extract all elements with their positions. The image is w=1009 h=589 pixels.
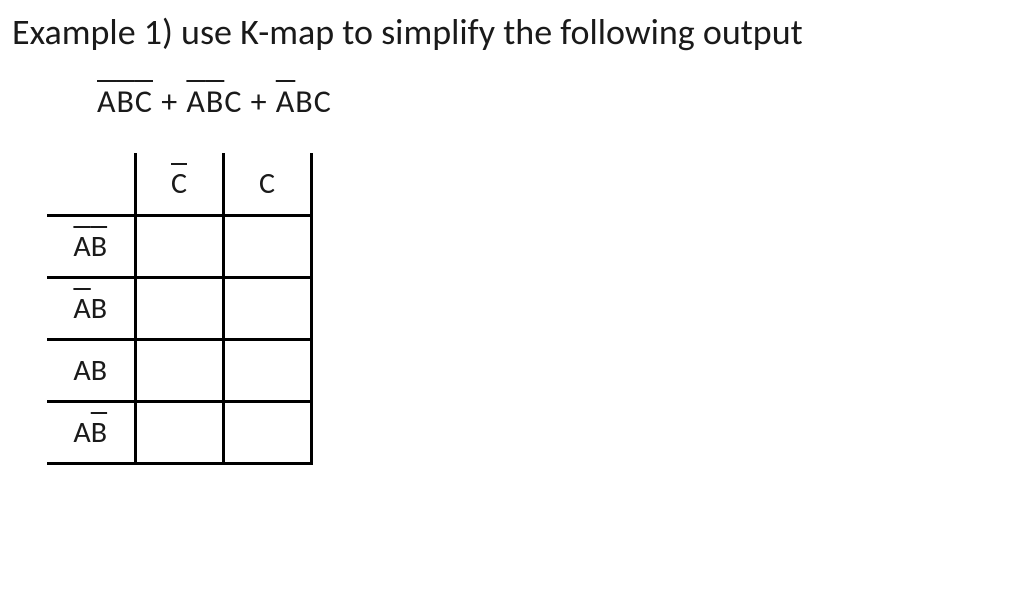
kmap-cell-r1c1 xyxy=(223,277,311,339)
kmap-cell-r2c0 xyxy=(135,339,223,401)
kmap-cell-r0c1 xyxy=(223,215,311,277)
kmap-col-c: C xyxy=(223,153,311,215)
kmap-cell-r3c0 xyxy=(135,401,223,463)
term2-c: C xyxy=(224,82,242,121)
kmap-cell-r3c1 xyxy=(223,401,311,463)
kmap-table: C C AB AB AB AB xyxy=(47,153,313,465)
kmap-cell-r2c1 xyxy=(223,339,311,401)
boolean-expression: ABC + ABC + ABC xyxy=(97,82,997,121)
term1-a: A xyxy=(97,82,117,121)
term1-c: C xyxy=(135,82,153,121)
term2-a: A xyxy=(186,82,206,121)
kmap-col-cbar: C xyxy=(135,153,223,215)
term3-c: C xyxy=(314,82,332,121)
plus-2: + xyxy=(242,82,275,121)
kmap-row1-label: AB xyxy=(47,277,135,339)
kmap-corner xyxy=(47,153,135,215)
example-title: Example 1) use K-map to simplify the fol… xyxy=(12,10,997,54)
kmap-cell-r1c0 xyxy=(135,277,223,339)
kmap-row2-label: AB xyxy=(47,339,135,401)
term2-b: B xyxy=(206,82,224,121)
plus-1: + xyxy=(153,82,186,121)
kmap-row3-label: AB xyxy=(47,401,135,463)
term1-b: B xyxy=(117,82,135,121)
term3-b: B xyxy=(295,82,313,121)
term3-a: A xyxy=(276,82,296,121)
kmap-cell-r0c0 xyxy=(135,215,223,277)
kmap-row0-label: AB xyxy=(47,215,135,277)
